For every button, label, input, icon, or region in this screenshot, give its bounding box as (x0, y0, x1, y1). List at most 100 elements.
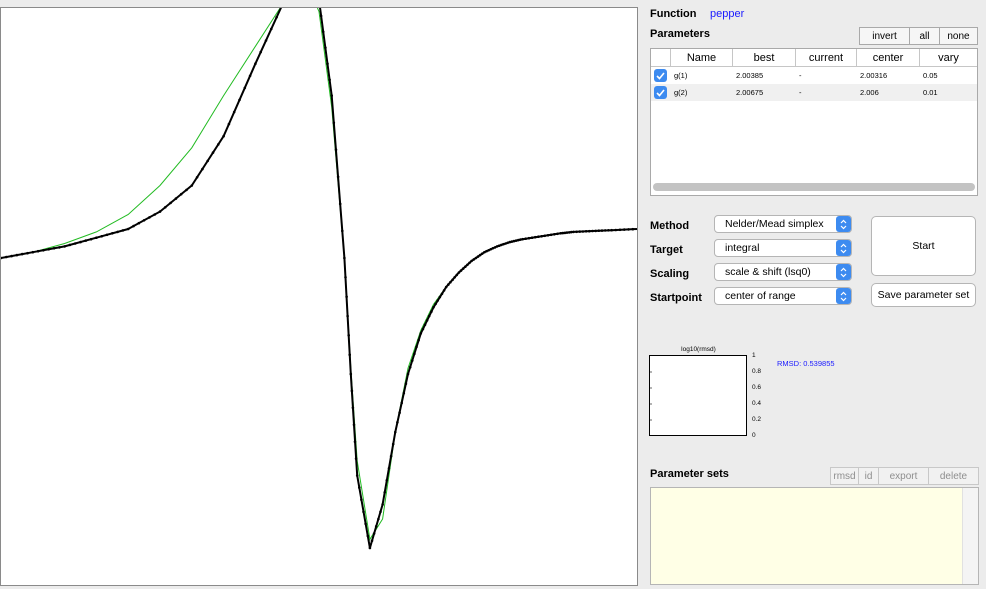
y-tick: 0.8 (752, 368, 762, 375)
data-point (368, 546, 372, 550)
data-point (95, 236, 98, 239)
data-point (238, 98, 241, 102)
data-point (326, 62, 329, 65)
data-point (476, 255, 480, 258)
rmsd-plot-svg (650, 371, 652, 421)
data-point (385, 479, 389, 482)
cell-name: g(1) (674, 71, 688, 80)
data-point (270, 27, 273, 31)
parameter-buttons: invert all none (859, 27, 978, 45)
data-point (341, 229, 344, 233)
data-point (366, 534, 370, 538)
col-current[interactable]: current (796, 49, 857, 66)
data-point (600, 229, 604, 232)
parameter-sets-title: Parameter sets (650, 468, 729, 480)
data-point (321, 30, 325, 34)
cell-center[interactable]: 2.00316 (857, 71, 920, 80)
data-point (211, 151, 215, 154)
data-point (572, 230, 575, 234)
data-point (549, 233, 553, 237)
col-vary[interactable]: vary (920, 49, 977, 66)
row-checkbox[interactable] (654, 69, 667, 82)
data-point (543, 234, 547, 238)
table-row[interactable]: g(2) 2.00675 - 2.006 0.01 (651, 84, 977, 101)
col-name[interactable]: Name (671, 49, 733, 66)
data-point (394, 430, 397, 434)
cell-best: 2.00385 (736, 71, 764, 80)
data-point (345, 295, 348, 299)
data-point (436, 299, 440, 302)
data-point (352, 423, 356, 427)
data-point (20, 252, 24, 256)
data-point (402, 392, 406, 395)
col-best[interactable]: best (733, 49, 796, 66)
parameter-sets-list[interactable] (650, 487, 979, 585)
export-button[interactable]: export (879, 467, 929, 485)
row-checkbox[interactable] (654, 86, 667, 99)
updown-arrows-icon (836, 216, 851, 232)
delete-button[interactable]: delete (929, 467, 979, 485)
data-point (116, 230, 119, 234)
none-button[interactable]: none (940, 27, 978, 45)
data-point (377, 517, 380, 521)
checkmark-icon (656, 88, 665, 97)
scaling-select[interactable]: scale & shift (lsq0) (714, 263, 852, 281)
data-point (614, 228, 618, 232)
method-select[interactable]: Nelder/Mead simplex (714, 215, 852, 233)
startpoint-value: center of range (725, 290, 796, 302)
data-point (588, 229, 591, 233)
data-point (355, 474, 359, 477)
horizontal-scrollbar[interactable] (653, 183, 975, 191)
data-point (58, 246, 61, 249)
method-value: Nelder/Mead simplex (725, 218, 824, 230)
cell-current: - (799, 88, 802, 97)
data-point (618, 228, 622, 232)
id-sort-button[interactable]: id (859, 467, 879, 485)
rmsd-plot-title: log10(rmsd) (681, 346, 716, 353)
vertical-scrollbar[interactable] (962, 488, 978, 584)
target-select[interactable]: integral (714, 239, 852, 257)
save-parameter-set-button[interactable]: Save parameter set (871, 283, 976, 307)
data-point (502, 242, 505, 246)
data-point (360, 498, 363, 502)
all-button[interactable]: all (910, 27, 940, 45)
table-header: Name best current center vary (651, 49, 977, 67)
data-point (351, 406, 355, 410)
data-point (137, 221, 141, 225)
data-point (530, 236, 534, 239)
data-point (453, 276, 457, 279)
data-point (423, 323, 427, 327)
data-point (185, 188, 188, 192)
data-point (379, 510, 382, 514)
startpoint-select[interactable]: center of range (714, 287, 852, 305)
cell-vary[interactable]: 0.05 (920, 71, 977, 80)
data-point (328, 78, 331, 81)
data-point (148, 216, 151, 219)
col-center[interactable]: center (857, 49, 920, 66)
data-point (324, 46, 327, 49)
spectrum-plot[interactable] (0, 7, 638, 586)
data-point (438, 295, 442, 299)
table-row[interactable]: g(1) 2.00385 - 2.00316 0.05 (651, 67, 977, 84)
data-point (346, 314, 349, 318)
rmsd-sort-button[interactable]: rmsd (830, 467, 859, 485)
data-point (610, 228, 613, 232)
data-point (370, 539, 374, 543)
function-value[interactable]: pepper (710, 8, 744, 20)
data-point (243, 86, 247, 90)
data-point (415, 345, 418, 349)
data-point (451, 278, 454, 282)
data-point (264, 39, 268, 42)
data-point (524, 237, 527, 240)
col-check[interactable] (651, 49, 671, 66)
start-button[interactable]: Start (871, 216, 976, 276)
cell-vary[interactable]: 0.01 (920, 88, 977, 97)
data-point (336, 175, 340, 179)
data-point (353, 440, 357, 444)
data-point (227, 122, 231, 126)
invert-button[interactable]: invert (859, 27, 910, 45)
data-point (470, 259, 473, 263)
cell-center[interactable]: 2.006 (857, 88, 920, 97)
data-point (105, 233, 109, 237)
data-point (455, 273, 459, 277)
